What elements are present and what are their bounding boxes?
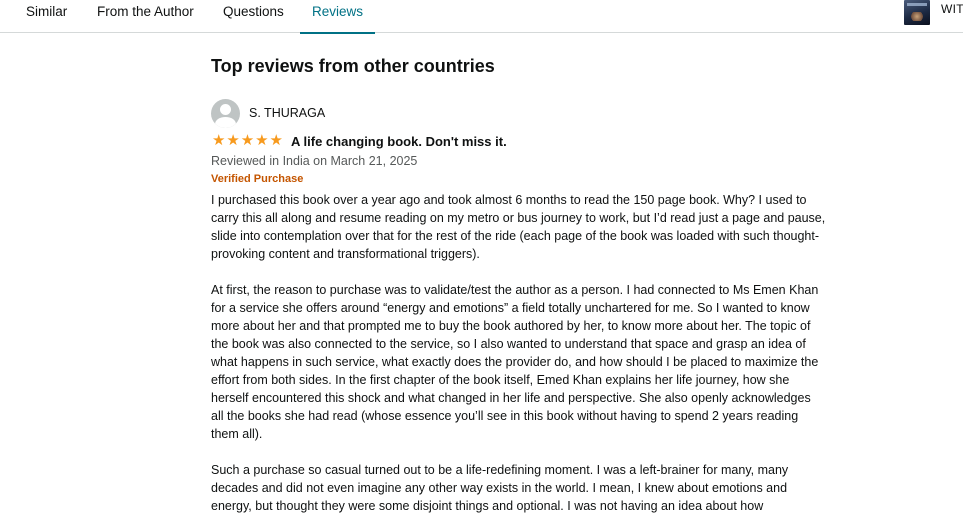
tab-questions[interactable]: Questions	[223, 0, 284, 33]
star-icon: ★	[240, 132, 254, 149]
tab-from-the-author[interactable]: From the Author	[97, 0, 194, 33]
product-tab-bar: Similar From the Author Questions Review…	[0, 0, 963, 34]
tab-similar[interactable]: Similar	[26, 0, 67, 33]
star-rating[interactable]: ★ ★ ★ ★ ★	[211, 133, 283, 149]
section-title: Top reviews from other countries	[211, 56, 495, 76]
tab-reviews[interactable]: Reviews	[299, 0, 376, 34]
book-cover-thumbnail[interactable]	[904, 0, 930, 25]
review-card: S. THURAGA ★ ★ ★ ★ ★ A life changing boo…	[211, 98, 826, 518]
verified-purchase-badge: Verified Purchase	[211, 173, 304, 185]
review-paragraph: I purchased this book over a year ago an…	[211, 193, 826, 261]
avatar	[211, 98, 240, 128]
side-product-title[interactable]: Sh WIT	[941, 0, 963, 16]
star-icon: ★	[211, 132, 225, 149]
review-title-link[interactable]: A life changing book. Don't miss it.	[291, 134, 507, 149]
star-icon: ★	[226, 132, 239, 149]
reviewer-name: S. THURAGA	[249, 106, 326, 120]
review-body: I purchased this book over a year ago an…	[211, 191, 826, 515]
reviewer-profile[interactable]: S. THURAGA	[211, 98, 826, 128]
star-icon: ★	[269, 132, 283, 149]
review-title-row: ★ ★ ★ ★ ★ A life changing book. Don't mi…	[211, 132, 826, 150]
review-date: Reviewed in India on March 21, 2025	[211, 154, 418, 168]
review-paragraph: Such a purchase so casual turned out to …	[211, 463, 789, 513]
star-icon: ★	[255, 132, 268, 149]
side-product-title-line2: WIT	[941, 2, 963, 16]
review-paragraph: At first, the reason to purchase was to …	[211, 283, 819, 441]
